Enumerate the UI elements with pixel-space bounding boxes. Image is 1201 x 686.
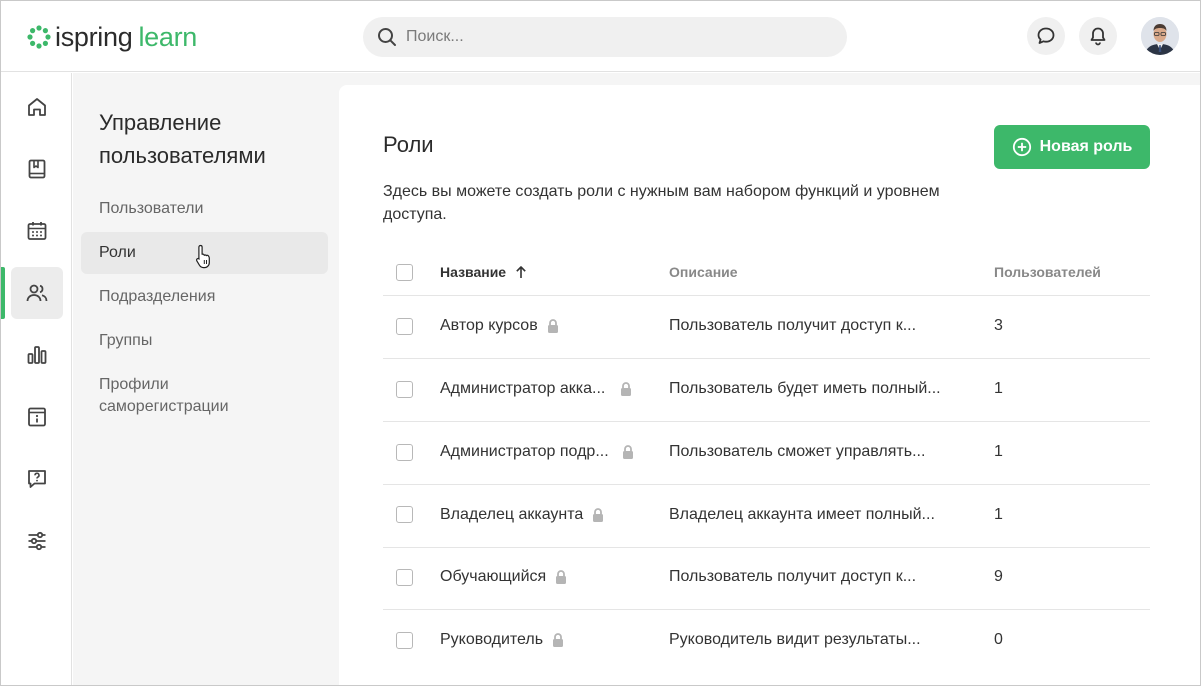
rail-home[interactable] bbox=[11, 81, 63, 133]
role-name: Администратор акка... bbox=[440, 380, 606, 397]
search-icon bbox=[378, 28, 396, 46]
row-checkbox[interactable] bbox=[396, 569, 413, 586]
role-name-cell: Обучающийся bbox=[440, 568, 568, 586]
role-description: Владелец аккаунта имеет полный... bbox=[669, 506, 935, 523]
lock-icon bbox=[621, 382, 632, 396]
row-checkbox[interactable] bbox=[396, 506, 413, 523]
mouse-cursor-icon bbox=[195, 244, 210, 269]
logo-word-learn: learn bbox=[138, 22, 197, 52]
app-window: ispring learn Поиск... Управление пользо… bbox=[0, 0, 1201, 686]
user-avatar[interactable] bbox=[1141, 17, 1179, 55]
logo[interactable]: ispring learn bbox=[27, 21, 197, 53]
rail-settings[interactable] bbox=[11, 515, 63, 567]
role-name: Руководитель bbox=[440, 631, 544, 648]
lock-icon bbox=[553, 633, 564, 647]
rail-courses[interactable] bbox=[11, 143, 63, 195]
rail-reports[interactable] bbox=[11, 329, 63, 381]
lock-icon bbox=[622, 445, 633, 459]
top-bar: ispring learn bbox=[1, 1, 1200, 72]
new-role-button[interactable]: Новая роль bbox=[994, 125, 1150, 169]
column-header-label: Название bbox=[440, 264, 507, 280]
chat-icon bbox=[1037, 27, 1055, 44]
subnav-title: Управление пользователями bbox=[99, 110, 266, 168]
role-name-cell: Автор курсов bbox=[440, 317, 560, 335]
logo-word-ispring: ispring bbox=[55, 22, 133, 52]
settings-icon bbox=[28, 531, 46, 551]
logo-mark-icon bbox=[27, 25, 51, 49]
role-name-cell: Владелец аккаунта bbox=[440, 506, 605, 524]
table-row[interactable]: Руководитель Руководитель видит результа… bbox=[383, 610, 1150, 673]
role-users-count: 1 bbox=[994, 380, 1003, 397]
subnav-item-label: Профили саморегистрации bbox=[99, 376, 229, 415]
role-name-cell: Руководитель bbox=[440, 631, 565, 649]
subnav-item-label: Роли bbox=[99, 244, 136, 261]
search-box[interactable] bbox=[363, 17, 847, 57]
role-users-count: 1 bbox=[994, 506, 1003, 523]
notifications-button[interactable] bbox=[1079, 17, 1117, 55]
rail-users[interactable] bbox=[11, 267, 63, 319]
logo-text: ispring learn bbox=[55, 22, 197, 52]
rail-calendar[interactable] bbox=[11, 205, 63, 257]
table-row[interactable]: Владелец аккаунта Владелец аккаунта имее… bbox=[383, 485, 1150, 548]
users-icon bbox=[26, 284, 48, 302]
sort-arrow-up-icon bbox=[516, 266, 526, 278]
role-users-count: 0 bbox=[994, 631, 1003, 648]
subnav-item-label: Группы bbox=[99, 332, 153, 349]
row-checkbox[interactable] bbox=[396, 318, 413, 335]
calendar-icon bbox=[27, 222, 47, 240]
lock-icon bbox=[547, 319, 558, 333]
question-icon bbox=[28, 470, 46, 488]
table-row[interactable]: Администратор акка... Пользователь будет… bbox=[383, 359, 1150, 422]
row-checkbox[interactable] bbox=[396, 632, 413, 649]
book-icon bbox=[28, 159, 46, 179]
subnav-item-departments[interactable]: Подразделения bbox=[81, 286, 328, 308]
role-name-cell: Администратор акка... bbox=[440, 380, 633, 398]
role-users-count: 1 bbox=[994, 443, 1003, 460]
column-header-users[interactable]: Пользователей bbox=[994, 264, 1101, 280]
subnav-item-self-registration[interactable]: Профили саморегистрации bbox=[81, 374, 281, 418]
rail-active-marker bbox=[1, 267, 5, 319]
rail-info[interactable] bbox=[11, 391, 63, 443]
row-checkbox[interactable] bbox=[396, 444, 413, 461]
role-users-count: 3 bbox=[994, 317, 1003, 334]
reports-icon bbox=[27, 346, 47, 364]
subnav-item-label: Пользователи bbox=[99, 200, 204, 217]
column-header-name[interactable]: Название bbox=[440, 264, 528, 280]
plus-circle-icon bbox=[1012, 137, 1031, 157]
subnav-item-label: Подразделения bbox=[99, 288, 216, 305]
new-role-button-label: Новая роль bbox=[1039, 138, 1133, 155]
role-description: Пользователь сможет управлять... bbox=[669, 443, 926, 460]
select-all-checkbox[interactable] bbox=[396, 264, 413, 281]
role-name: Владелец аккаунта bbox=[440, 506, 584, 523]
role-description: Пользователь получит доступ к... bbox=[669, 317, 917, 334]
side-rail bbox=[1, 73, 72, 685]
search-input[interactable] bbox=[406, 28, 826, 46]
page-description: Здесь вы можете создать роли с нужным ва… bbox=[383, 183, 940, 223]
rail-help[interactable] bbox=[11, 453, 63, 505]
table-row[interactable]: Автор курсов Пользователь получит доступ… bbox=[383, 296, 1150, 359]
table-row[interactable]: Администратор подр... Пользователь сможе… bbox=[383, 422, 1150, 485]
row-checkbox[interactable] bbox=[396, 381, 413, 398]
role-name: Администратор подр... bbox=[440, 443, 609, 460]
role-description: Пользователь получит доступ к... bbox=[669, 568, 917, 585]
info-icon bbox=[28, 407, 46, 427]
chat-button[interactable] bbox=[1027, 17, 1065, 55]
lock-icon bbox=[556, 570, 567, 584]
avatar-image bbox=[1141, 17, 1179, 55]
page-title: Роли bbox=[383, 132, 434, 157]
subnav-item-users[interactable]: Пользователи bbox=[81, 198, 328, 220]
role-description: Руководитель видит результаты... bbox=[669, 631, 921, 648]
role-users-count: 9 bbox=[994, 568, 1003, 585]
role-name: Обучающийся bbox=[440, 568, 547, 585]
home-icon bbox=[28, 98, 46, 116]
lock-icon bbox=[593, 508, 604, 522]
subnav-item-groups[interactable]: Группы bbox=[81, 330, 328, 352]
role-name: Автор курсов bbox=[440, 317, 538, 334]
table-header: Название Описание Пользователей bbox=[383, 250, 1150, 296]
column-header-description[interactable]: Описание bbox=[669, 264, 738, 280]
bell-icon bbox=[1090, 27, 1106, 46]
role-name-cell: Администратор подр... bbox=[440, 443, 635, 461]
table-row[interactable]: Обучающийся Пользователь получит доступ … bbox=[383, 547, 1150, 610]
role-description: Пользователь будет иметь полный... bbox=[669, 380, 941, 397]
